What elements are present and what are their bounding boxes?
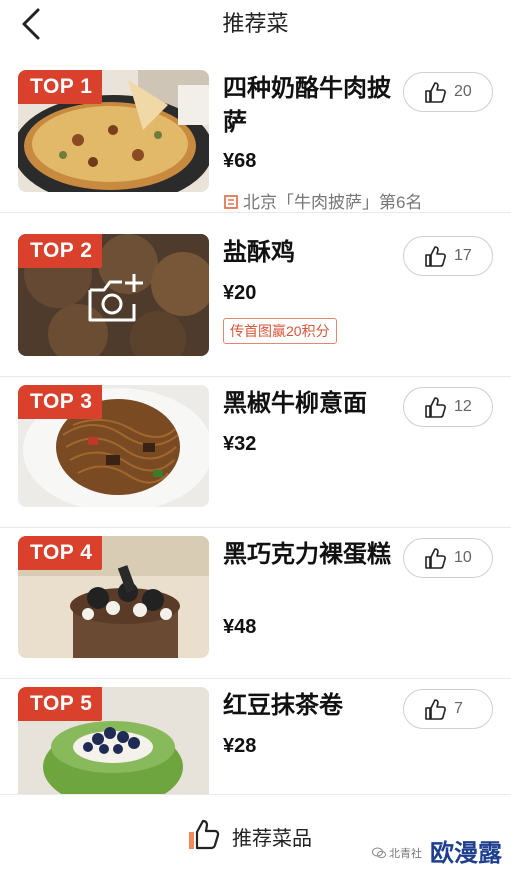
watermark-source: 北青社 <box>372 845 422 861</box>
rank-info: 北京「牛肉披萨」第6名 <box>223 188 422 213</box>
upload-photo-badge[interactable]: 传首图赢20积分 <box>223 318 337 344</box>
dish-photo[interactable]: TOP 1 <box>18 70 209 192</box>
dish-photo[interactable]: TOP 5 <box>18 687 209 801</box>
thumbs-up-icon <box>425 699 446 720</box>
dish-name[interactable]: 红豆抹茶卷 <box>223 689 393 723</box>
like-count: 20 <box>454 83 472 100</box>
like-count: 10 <box>454 549 472 566</box>
dish-photo[interactable]: TOP 4 <box>18 536 209 658</box>
dish-price: ¥20 <box>223 282 257 304</box>
recommend-label: 推荐菜品 <box>232 828 312 850</box>
like-button[interactable]: 10 <box>403 538 493 578</box>
dish-price: ¥68 <box>223 150 257 172</box>
rank-tag: TOP 4 <box>18 536 103 570</box>
dish-name[interactable]: 四种奶酪牛肉披萨 <box>223 72 393 140</box>
thumbs-up-icon <box>425 82 446 103</box>
dish-price: ¥32 <box>223 433 257 455</box>
thumbs-up-icon <box>425 246 446 267</box>
like-button[interactable]: 12 <box>403 387 493 427</box>
watermark-small-text: 北青社 <box>389 848 422 860</box>
like-count: 12 <box>454 398 472 415</box>
ranking-icon <box>224 195 238 209</box>
thumbs-up-icon <box>189 819 220 850</box>
dish-name[interactable]: 黑巧克力裸蛋糕 <box>223 538 393 572</box>
like-button[interactable]: 7 <box>403 689 493 729</box>
like-count: 17 <box>454 247 472 264</box>
thumbs-up-icon <box>425 397 446 418</box>
dish-photo[interactable]: TOP 2 <box>18 234 209 356</box>
dish-item[interactable]: TOP 3 黑椒牛柳意面 ¥32 12 <box>0 377 511 528</box>
dish-item[interactable]: TOP 4 黑巧克力裸蛋糕 ¥48 10 <box>0 528 511 679</box>
dish-price: ¥28 <box>223 735 257 757</box>
page-title: 推荐菜 <box>222 11 289 36</box>
dish-price: ¥48 <box>223 616 257 638</box>
like-button[interactable]: 20 <box>403 72 493 112</box>
thumbs-up-icon <box>425 548 446 569</box>
rank-tag: TOP 2 <box>18 234 103 268</box>
dish-photo[interactable]: TOP 3 <box>18 385 209 507</box>
rank-tag: TOP 5 <box>18 687 103 721</box>
wechat-icon <box>372 847 386 859</box>
header-bar: 推荐菜 <box>0 0 511 48</box>
like-count: 7 <box>454 700 463 717</box>
bottom-bar: 推荐菜品 北青社 欧漫露 <box>0 794 511 874</box>
rank-tag: TOP 3 <box>18 385 103 419</box>
rank-info-text: 北京「牛肉披萨」第6名 <box>243 193 423 212</box>
dish-name[interactable]: 黑椒牛柳意面 <box>223 387 393 421</box>
rank-tag: TOP 1 <box>18 70 103 104</box>
watermark-big-text: 欧漫露 <box>430 840 502 867</box>
recommend-dish-button[interactable]: 推荐菜品 <box>188 817 338 853</box>
like-button[interactable]: 17 <box>403 236 493 276</box>
dish-item[interactable]: TOP 2 盐酥鸡 ¥20 17 传首图赢20积分 <box>0 226 511 377</box>
dish-name[interactable]: 盐酥鸡 <box>223 236 393 270</box>
dish-item[interactable]: TOP 1 四种奶酪牛肉披萨 ¥68 20 北京「牛肉披萨」第6名 <box>0 62 511 213</box>
